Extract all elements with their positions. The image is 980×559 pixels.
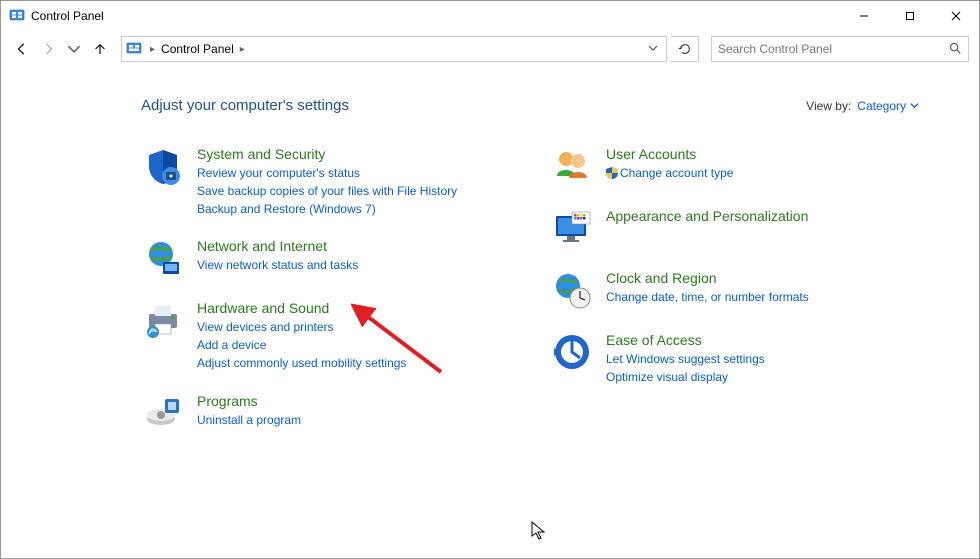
category-title[interactable]: Network and Internet [197,238,358,254]
sub-link[interactable]: Adjust commonly used mobility settings [197,355,406,372]
sub-link[interactable]: Save backup copies of your files with Fi… [197,183,457,200]
globe-network-icon [141,236,185,280]
mouse-cursor [531,521,547,541]
close-button[interactable] [933,1,979,31]
programs-icon [141,391,185,435]
category-title[interactable]: System and Security [197,146,457,162]
uac-shield-icon [606,167,618,179]
category-ease-of-access: Ease of Access Let Windows suggest setti… [550,330,919,387]
sub-link[interactable]: Uninstall a program [197,412,301,429]
content-area: Adjust your computer's settings View by:… [1,67,979,453]
category-user-accounts: User Accounts Change account type [550,144,919,188]
category-columns: System and Security Review your computer… [141,144,919,453]
monitor-appearance-icon [550,206,594,250]
category-appearance: Appearance and Personalization [550,206,919,250]
search-input[interactable] [718,42,948,56]
nav-toolbar: ▸ Control Panel ▸ [1,31,979,67]
clock-globe-icon [550,268,594,312]
sub-link[interactable]: Change account type [606,165,733,182]
breadcrumb-sep[interactable]: ▸ [148,44,157,55]
search-icon[interactable] [948,41,962,58]
left-column: System and Security Review your computer… [141,144,510,453]
chevron-down-icon [910,101,919,110]
forward-button[interactable] [37,38,59,60]
category-title[interactable]: Appearance and Personalization [606,208,808,224]
sub-link[interactable]: Let Windows suggest settings [606,351,765,368]
sub-link[interactable]: Add a device [197,337,406,354]
printer-icon [141,298,185,342]
up-button[interactable] [89,38,111,60]
viewby-dropdown[interactable]: Category [857,99,919,113]
category-network-internet: Network and Internet View network status… [141,236,510,280]
minimize-button[interactable] [841,1,887,31]
users-icon [550,144,594,188]
sub-link-view-devices[interactable]: View devices and printers [197,319,406,336]
address-dropdown[interactable] [644,42,662,56]
refresh-button[interactable] [671,36,699,62]
address-bar[interactable]: ▸ Control Panel ▸ [121,36,667,62]
breadcrumb-item[interactable]: Control Panel [157,42,238,56]
category-system-security: System and Security Review your computer… [141,144,510,218]
window-title: Control Panel [31,9,104,23]
viewby-label: View by: [806,99,851,113]
right-column: User Accounts Change account type [550,144,919,453]
ease-of-access-icon [550,330,594,374]
search-box[interactable] [711,36,969,62]
sub-link[interactable]: View network status and tasks [197,257,358,274]
sub-link[interactable]: Optimize visual display [606,369,765,386]
category-title[interactable]: Programs [197,393,301,409]
heading-row: Adjust your computer's settings View by:… [141,97,919,114]
shield-icon [141,144,185,188]
titlebar: Control Panel [1,1,979,31]
location-icon [126,41,142,57]
category-clock-region: Clock and Region Change date, time, or n… [550,268,919,312]
category-hardware-sound: Hardware and Sound View devices and prin… [141,298,510,372]
sub-link-label: Change account type [620,166,733,180]
viewby-value: Category [857,99,906,113]
page-heading: Adjust your computer's settings [141,97,349,114]
category-title[interactable]: Ease of Access [606,332,765,348]
sub-link[interactable]: Backup and Restore (Windows 7) [197,201,457,218]
control-panel-icon [9,8,25,24]
category-title[interactable]: User Accounts [606,146,733,162]
category-title[interactable]: Clock and Region [606,270,809,286]
back-button[interactable] [11,38,33,60]
category-title[interactable]: Hardware and Sound [197,300,406,316]
maximize-button[interactable] [887,1,933,31]
sub-link[interactable]: Review your computer's status [197,165,457,182]
recent-dropdown[interactable] [63,38,85,60]
breadcrumb-sep[interactable]: ▸ [238,44,247,55]
sub-link[interactable]: Change date, time, or number formats [606,289,809,306]
category-programs: Programs Uninstall a program [141,391,510,435]
